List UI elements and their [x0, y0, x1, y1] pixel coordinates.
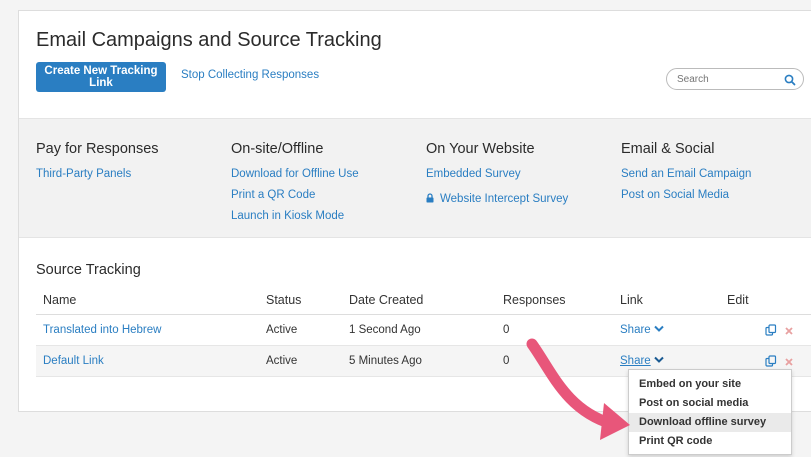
source-tracking-table: Name Status Date Created Responses Link … — [36, 287, 811, 377]
search-input[interactable] — [677, 74, 777, 85]
channel-pay-for-responses: Pay for Responses Third-Party Panels — [36, 141, 159, 189]
link-name[interactable]: Default Link — [43, 355, 104, 367]
create-tracking-link-button[interactable]: Create New Tracking Link — [36, 62, 166, 92]
link-status: Active — [266, 324, 298, 336]
copy-icon[interactable] — [765, 323, 777, 341]
column-responses: Responses — [503, 293, 566, 307]
channel-on-your-website: On Your Website Embedded Survey Website … — [426, 141, 568, 217]
channel-email-social: Email & Social Send an Email Campaign Po… — [621, 141, 751, 210]
share-button[interactable]: Share — [620, 324, 664, 336]
link-status: Active — [266, 355, 298, 367]
social-media-link[interactable]: Post on Social Media — [621, 189, 751, 201]
column-date-created: Date Created — [349, 293, 424, 307]
column-status: Status — [266, 293, 302, 307]
main-panel: Email Campaigns and Source Tracking Crea… — [18, 10, 811, 412]
search-box[interactable] — [666, 68, 804, 90]
channel-heading: On Your Website — [426, 141, 535, 157]
distribution-channels: Pay for Responses Third-Party Panels On-… — [19, 118, 811, 238]
close-icon[interactable] — [784, 323, 794, 341]
share-button[interactable]: Share — [620, 355, 664, 367]
download-offline-link[interactable]: Download for Offline Use — [231, 168, 359, 180]
channel-heading: On-site/Offline — [231, 141, 324, 157]
menu-item-download-offline[interactable]: Download offline survey — [629, 413, 791, 432]
stop-collecting-link[interactable]: Stop Collecting Responses — [181, 69, 319, 81]
lock-icon — [426, 190, 434, 208]
table-header: Name Status Date Created Responses Link … — [36, 287, 811, 315]
chevron-down-icon — [653, 355, 664, 367]
link-date: 5 Minutes Ago — [349, 355, 422, 367]
link-responses: 0 — [503, 324, 510, 336]
website-intercept-item[interactable]: Website Intercept Survey — [426, 189, 568, 208]
share-dropdown-menu: Embed on your site Post on social media … — [628, 369, 792, 455]
share-label: Share — [620, 355, 651, 367]
source-tracking-title: Source Tracking — [36, 262, 141, 278]
channel-onsite-offline: On-site/Offline Download for Offline Use… — [231, 141, 359, 231]
search-icon[interactable] — [784, 73, 796, 91]
link-name[interactable]: Translated into Hebrew — [43, 324, 161, 336]
menu-item-print-qr[interactable]: Print QR code — [629, 432, 791, 451]
link-responses: 0 — [503, 355, 510, 367]
embedded-survey-link[interactable]: Embedded Survey — [426, 168, 568, 180]
print-qr-link[interactable]: Print a QR Code — [231, 189, 359, 201]
kiosk-mode-link[interactable]: Launch in Kiosk Mode — [231, 210, 359, 222]
column-name: Name — [43, 293, 77, 307]
email-campaign-link[interactable]: Send an Email Campaign — [621, 168, 751, 180]
column-link: Link — [620, 293, 643, 307]
channel-heading: Pay for Responses — [36, 141, 159, 157]
channel-heading: Email & Social — [621, 141, 715, 157]
menu-item-embed[interactable]: Embed on your site — [629, 375, 791, 394]
page-title: Email Campaigns and Source Tracking — [36, 29, 382, 51]
website-intercept-link[interactable]: Website Intercept Survey — [440, 193, 568, 205]
table-row: Translated into Hebrew Active 1 Second A… — [36, 315, 811, 346]
third-party-panels-link[interactable]: Third-Party Panels — [36, 168, 159, 180]
menu-item-post-social[interactable]: Post on social media — [629, 394, 791, 413]
chevron-down-icon — [653, 324, 664, 336]
link-date: 1 Second Ago — [349, 324, 421, 336]
share-label: Share — [620, 324, 651, 336]
column-edit: Edit — [727, 293, 749, 307]
